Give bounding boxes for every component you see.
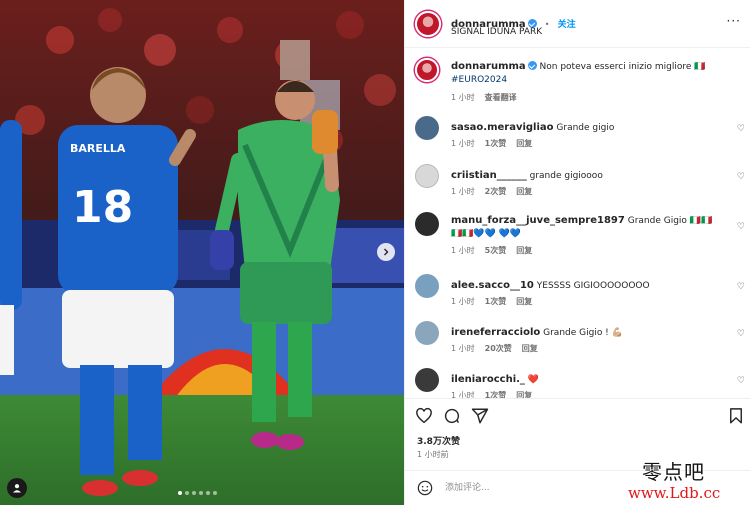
comment-text: grande gigioooo — [529, 171, 603, 181]
tagged-users-button[interactable] — [7, 478, 27, 498]
author-avatar[interactable] — [415, 58, 439, 82]
comment-time: 1 小时 — [451, 187, 475, 196]
heart-icon[interactable]: ♡ — [737, 376, 745, 386]
caption-time: 1 小时 — [451, 93, 475, 102]
chevron-right-icon — [384, 248, 389, 256]
commenter-avatar[interactable] — [415, 321, 439, 345]
comment-icon[interactable] — [443, 407, 461, 425]
comment-input[interactable] — [445, 480, 625, 496]
like-count[interactable]: 3.8万次赞 — [417, 434, 460, 447]
slide-dot — [178, 491, 182, 495]
share-icon[interactable] — [471, 407, 489, 425]
like-heart-icon[interactable] — [415, 407, 433, 425]
comment-username[interactable]: alee.sacco__10 — [451, 280, 534, 291]
author-avatar[interactable] — [415, 11, 441, 37]
comment-username[interactable]: ireneferracciolo — [451, 327, 540, 338]
comment-time: 1 小时 — [451, 297, 475, 306]
comment-username[interactable]: manu_forza__juve_sempre1897 — [451, 215, 625, 226]
comment-username[interactable]: ileniarocchi._ — [451, 374, 525, 385]
comment-item: alee.sacco__10 YESSSS GIGIOOOOOOOO 1 小时 1… — [405, 274, 750, 314]
slide-dot — [185, 491, 189, 495]
player-name: BARELLA — [70, 142, 126, 155]
comment-time: 1 小时 — [451, 139, 475, 148]
slide-dot — [192, 491, 196, 495]
heart-icon[interactable]: ♡ — [737, 172, 745, 182]
post-location[interactable]: SIGNAL IDUNA PARK — [451, 27, 542, 37]
watermark-title: 零点吧 — [642, 460, 705, 484]
post-sidebar: donnarumma • 关注 SIGNAL IDUNA PARK ··· do… — [404, 0, 750, 505]
reply-button[interactable]: 回复 — [522, 343, 538, 354]
comment-item: ireneferracciolo Grande Gigio ! 💪🏼 1 小时 2… — [405, 321, 750, 361]
slide-dot — [199, 491, 203, 495]
commenter-avatar[interactable] — [415, 116, 439, 140]
caption-username[interactable]: donnarumma — [451, 61, 526, 72]
post-time: 1 小时前 — [417, 450, 449, 459]
comment-likes[interactable]: 2次赞 — [485, 186, 507, 197]
heart-icon[interactable]: ♡ — [737, 282, 745, 292]
comment-item: ileniarocchi._ ❤️ 1 小时 1次赞 回复 ♡ — [405, 368, 750, 398]
user-icon — [13, 484, 21, 493]
caption-hashtag[interactable]: #EURO2024 — [451, 75, 507, 85]
comment-likes[interactable]: 5次赞 — [485, 245, 507, 256]
photo-illustration: BARELLA 18 — [0, 0, 404, 505]
reply-button[interactable]: 回复 — [516, 186, 532, 197]
comment-time: 1 小时 — [451, 246, 475, 255]
commenter-avatar[interactable] — [415, 368, 439, 392]
next-slide-button[interactable] — [377, 243, 395, 261]
emoji-icon[interactable] — [417, 480, 433, 496]
player-number: 18 — [72, 182, 133, 233]
watermark-url: www.Ldb.cc — [628, 484, 721, 502]
comment-likes[interactable]: 1次赞 — [485, 138, 507, 149]
slide-indicator — [178, 491, 217, 495]
more-options-button[interactable]: ··· — [727, 14, 741, 28]
comment-text: ❤️ — [527, 375, 540, 385]
comment-text: YESSSS GIGIOOOOOOOO — [536, 281, 650, 291]
comment-item: criistian______ grande gigioooo 1 小时 2次赞回… — [405, 164, 750, 204]
action-bar — [405, 398, 750, 433]
post-header: donnarumma • 关注 SIGNAL IDUNA PARK ··· — [405, 0, 750, 48]
follow-button[interactable]: 关注 — [558, 20, 576, 30]
heart-icon[interactable]: ♡ — [737, 222, 745, 232]
comment-text: Grande Gigio ! 💪🏼 — [543, 328, 623, 338]
comment-item: sasao.meravigliao Grande gigio 1 小时 1次赞 回复… — [405, 116, 750, 156]
comment-time: 1 小时 — [451, 344, 475, 353]
comment-text: Grande gigio — [556, 123, 615, 133]
comment-username[interactable]: sasao.meravigliao — [451, 122, 554, 133]
heart-icon[interactable]: ♡ — [737, 329, 745, 339]
verified-icon — [527, 61, 537, 70]
slide-dot — [213, 491, 217, 495]
comments-list[interactable]: donnarumma Non poteva esserci inizio mig… — [405, 48, 750, 398]
comment-likes[interactable]: 1次赞 — [485, 390, 507, 398]
comment-likes[interactable]: 1次赞 — [485, 296, 507, 307]
slide-dot — [206, 491, 210, 495]
reply-button[interactable]: 回复 — [516, 390, 532, 398]
reply-button[interactable]: 回复 — [516, 138, 532, 149]
heart-icon[interactable]: ♡ — [737, 124, 745, 134]
comment-likes[interactable]: 20次赞 — [485, 343, 512, 354]
caption-text: Non poteva esserci inizio migliore 🇮🇹 — [539, 62, 706, 72]
bookmark-icon[interactable] — [727, 407, 745, 425]
commenter-avatar[interactable] — [415, 164, 439, 188]
caption: donnarumma Non poteva esserci inizio mig… — [405, 58, 750, 108]
reply-button[interactable]: 回复 — [516, 296, 532, 307]
comment-time: 1 小时 — [451, 391, 475, 398]
post-photo[interactable]: BARELLA 18 — [0, 0, 404, 505]
comment-username[interactable]: criistian______ — [451, 170, 527, 181]
commenter-avatar[interactable] — [415, 274, 439, 298]
see-translation-button[interactable]: 查看翻译 — [485, 92, 517, 103]
separator-dot: • — [544, 20, 550, 29]
comment-item: manu_forza__juve_sempre1897 Grande Gigio… — [405, 212, 750, 266]
reply-button[interactable]: 回复 — [516, 245, 532, 256]
commenter-avatar[interactable] — [415, 212, 439, 236]
